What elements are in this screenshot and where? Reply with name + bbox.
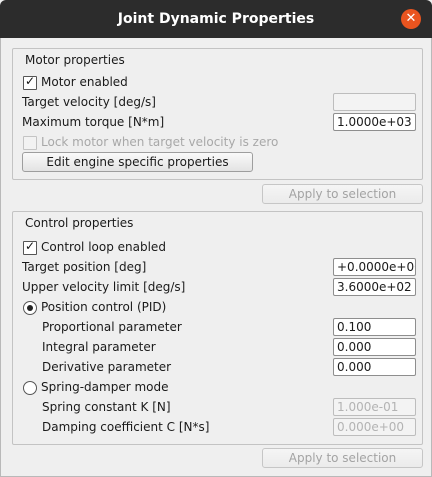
derivative-field[interactable]: 0.000 — [333, 358, 416, 376]
lock-motor-checkbox[interactable] — [23, 136, 37, 150]
control-apply-to-selection-button[interactable]: Apply to selection — [262, 448, 423, 468]
pid-label[interactable]: Position control (PID) — [41, 298, 166, 316]
control-loop-label[interactable]: Control loop enabled — [41, 238, 166, 256]
motor-enabled-label[interactable]: Motor enabled — [41, 73, 128, 91]
spring-constant-label: Spring constant K [N] — [42, 400, 171, 414]
upper-velocity-field[interactable]: 3.6000e+02 — [333, 278, 416, 296]
motor-apply-to-selection-button[interactable]: Apply to selection — [262, 184, 423, 204]
upper-velocity-label: Upper velocity limit [deg/s] — [22, 280, 186, 294]
dialog-body: Motor properties ✓ Motor enabled Target … — [0, 38, 432, 477]
lock-motor-label: Lock motor when target velocity is zero — [41, 135, 279, 149]
checkmark-icon: ✓ — [25, 239, 36, 253]
integral-field[interactable]: 0.000 — [333, 338, 416, 356]
integral-label: Integral parameter — [42, 340, 156, 354]
close-button[interactable]: ✕ — [401, 9, 421, 29]
pid-radio[interactable] — [23, 301, 37, 315]
derivative-label: Derivative parameter — [42, 360, 172, 374]
spring-constant-field[interactable]: 1.000e-01 — [333, 398, 416, 416]
damping-coefficient-label: Damping coefficient C [N*s] — [42, 420, 210, 434]
motor-group-title: Motor properties — [25, 53, 125, 67]
control-loop-checkbox[interactable]: ✓ — [23, 239, 37, 255]
target-velocity-label: Target velocity [deg/s] — [22, 95, 156, 109]
target-position-label: Target position [deg] — [22, 260, 147, 274]
control-properties-group: Control properties ✓ Control loop enable… — [12, 211, 423, 445]
window-title: Joint Dynamic Properties — [117, 11, 315, 27]
motor-enabled-checkbox[interactable]: ✓ — [23, 74, 37, 90]
target-velocity-field[interactable] — [333, 93, 416, 111]
max-torque-label: Maximum torque [N*m] — [22, 115, 165, 129]
title-bar: Joint Dynamic Properties ✕ — [0, 0, 432, 38]
spring-damper-radio[interactable] — [23, 381, 37, 395]
radio-selected-dot — [27, 305, 33, 311]
damping-coefficient-field[interactable]: 0.000e+00 — [333, 418, 416, 436]
proportional-label: Proportional parameter — [42, 320, 182, 334]
motor-properties-group: Motor properties ✓ Motor enabled Target … — [12, 48, 423, 180]
proportional-field[interactable]: 0.100 — [333, 318, 416, 336]
control-group-title: Control properties — [25, 216, 134, 230]
spring-damper-label[interactable]: Spring-damper mode — [41, 378, 169, 396]
max-torque-field[interactable]: 1.0000e+03 — [333, 113, 416, 131]
checkmark-icon: ✓ — [25, 74, 36, 88]
target-position-field[interactable]: +0.0000e+00 — [333, 258, 416, 276]
edit-engine-properties-button[interactable]: Edit engine specific properties — [22, 152, 253, 172]
close-icon: ✕ — [405, 11, 417, 26]
